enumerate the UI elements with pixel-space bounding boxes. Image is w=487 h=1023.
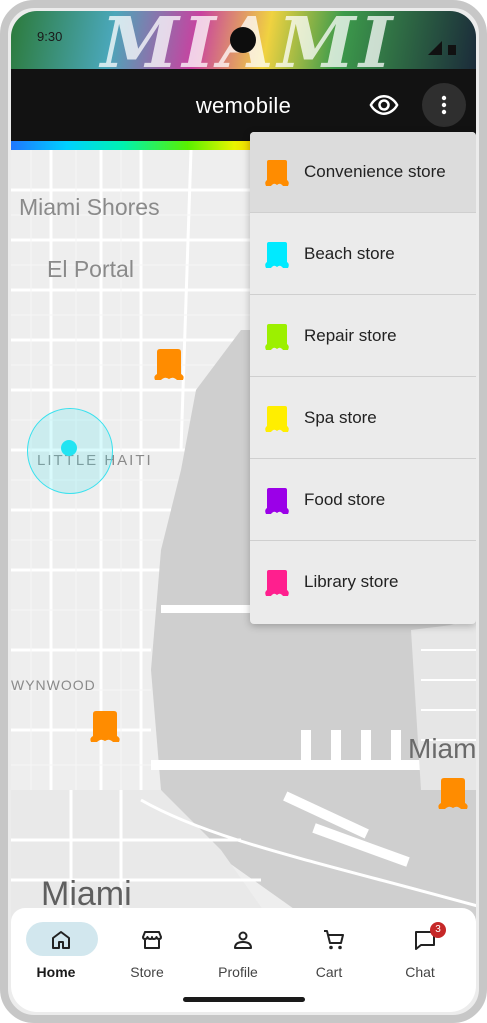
store-marker-convenience[interactable] <box>153 348 185 382</box>
map-label-miami-shores: Miami Shores <box>19 194 160 220</box>
nav-label: Cart <box>315 964 343 980</box>
nav-chat[interactable]: 3 Chat <box>375 908 465 988</box>
menu-item-repair-store[interactable]: Repair store <box>250 296 476 377</box>
menu-item-label: Food store <box>304 490 386 509</box>
menu-item-beach-store[interactable]: Beach store <box>250 214 476 295</box>
status-bar: MIAMI 9:30 <box>11 11 476 69</box>
menu-item-label: Library store <box>304 572 399 591</box>
nav-label: Store <box>130 964 164 980</box>
current-location-marker[interactable] <box>61 440 77 456</box>
signal-icon <box>428 41 442 55</box>
beach-store-icon <box>265 242 289 268</box>
screen: MIAMI 9:30 wemobile <box>11 11 476 1012</box>
home-icon <box>52 931 70 949</box>
food-store-icon <box>265 488 289 514</box>
nav-cart[interactable]: Cart <box>284 908 374 988</box>
status-time: 9:30 <box>37 29 63 44</box>
map-label-wynwood: WYNWOOD <box>11 677 96 693</box>
nav-label: Home <box>36 964 76 980</box>
person-icon <box>234 931 252 949</box>
menu-item-label: Spa store <box>304 408 377 427</box>
library-store-icon <box>265 570 289 596</box>
phone-frame: MIAMI 9:30 wemobile <box>0 0 487 1023</box>
spa-store-icon <box>265 406 289 432</box>
store-marker-convenience[interactable] <box>89 710 121 744</box>
front-camera <box>230 27 256 53</box>
menu-item-spa-store[interactable]: Spa store <box>250 378 476 459</box>
store-type-menu: Convenience store Beach store Repair sto… <box>250 132 476 624</box>
battery-icon <box>448 45 456 55</box>
store-icon <box>142 931 162 949</box>
gesture-home-bar[interactable] <box>183 997 305 1002</box>
convenience-store-icon <box>265 160 289 186</box>
menu-item-label: Repair store <box>304 326 397 345</box>
menu-item-label: Convenience store <box>304 162 446 181</box>
nav-label: Profile <box>218 964 258 980</box>
map-label-el-portal: El Portal <box>47 256 134 282</box>
eye-icon[interactable] <box>369 90 399 120</box>
nav-home[interactable]: Home <box>11 908 101 988</box>
chat-badge: 3 <box>430 922 446 938</box>
repair-store-icon <box>265 324 289 350</box>
nav-profile[interactable]: Profile <box>193 908 283 988</box>
map-label-miami-beach: Miam <box>408 733 476 764</box>
nav-store[interactable]: Store <box>102 908 192 988</box>
menu-item-food-store[interactable]: Food store <box>250 460 476 541</box>
app-bar: wemobile <box>11 69 476 141</box>
menu-item-label: Beach store <box>304 244 395 263</box>
menu-item-convenience-store[interactable]: Convenience store <box>250 132 476 213</box>
menu-item-library-store[interactable]: Library store <box>250 542 476 623</box>
cart-icon <box>324 930 344 950</box>
nav-label: Chat <box>405 964 435 980</box>
more-vert-icon[interactable] <box>422 83 466 127</box>
store-marker-convenience[interactable] <box>437 777 469 811</box>
app-title: wemobile <box>195 93 292 118</box>
